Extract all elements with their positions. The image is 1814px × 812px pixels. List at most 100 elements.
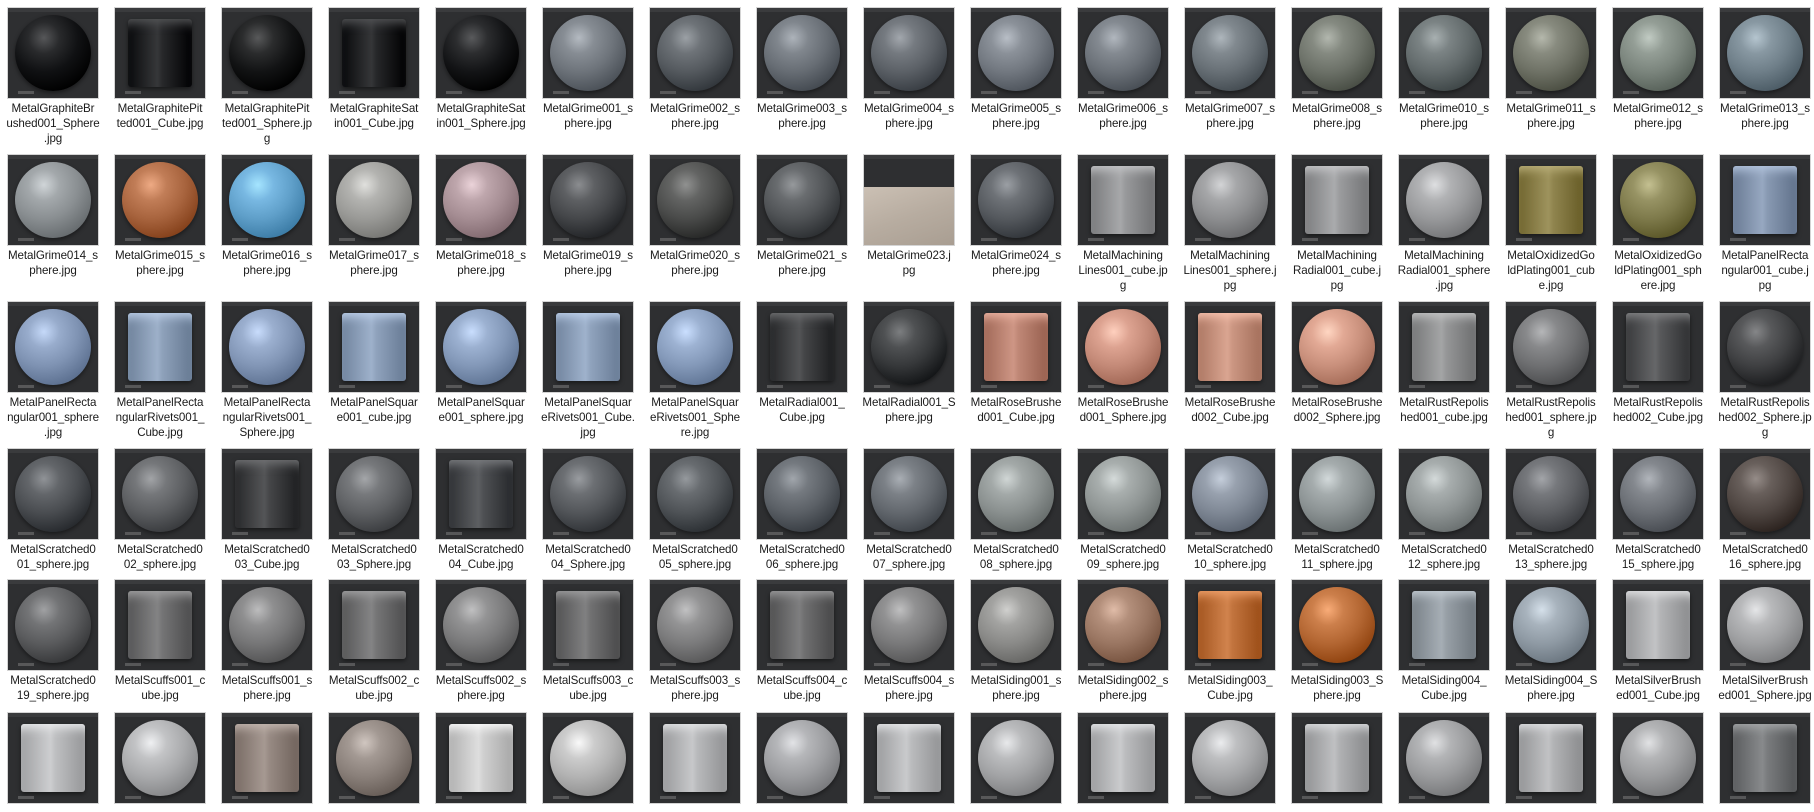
file-thumbnail[interactable] <box>115 8 205 98</box>
file-thumbnail[interactable] <box>329 155 419 245</box>
file-thumbnail[interactable] <box>1185 8 1275 98</box>
file-thumbnail[interactable] <box>436 449 526 539</box>
file-thumbnail[interactable] <box>1185 580 1275 670</box>
file-thumbnail[interactable] <box>222 155 312 245</box>
file-thumbnail[interactable] <box>543 580 633 670</box>
file-thumbnail[interactable] <box>1292 302 1382 392</box>
file-thumbnail[interactable] <box>436 155 526 245</box>
file-thumbnail[interactable] <box>115 580 205 670</box>
file-thumbnail[interactable] <box>222 302 312 392</box>
file-thumbnail[interactable] <box>757 302 847 392</box>
file-thumbnail[interactable] <box>1399 8 1489 98</box>
file-thumbnail[interactable] <box>864 302 954 392</box>
file-thumbnail[interactable] <box>650 155 740 245</box>
file-thumbnail[interactable] <box>757 713 847 803</box>
file-thumbnail[interactable] <box>329 713 419 803</box>
file-thumbnail[interactable] <box>1292 155 1382 245</box>
file-thumbnail[interactable] <box>1292 713 1382 803</box>
file-thumbnail[interactable] <box>543 302 633 392</box>
file-thumbnail[interactable] <box>971 449 1061 539</box>
file-thumbnail[interactable] <box>115 155 205 245</box>
file-thumbnail[interactable] <box>1720 155 1810 245</box>
file-thumbnail[interactable] <box>1078 302 1168 392</box>
file-thumbnail[interactable] <box>115 449 205 539</box>
file-thumbnail[interactable] <box>971 8 1061 98</box>
file-thumbnail[interactable] <box>650 8 740 98</box>
file-thumbnail[interactable] <box>1506 8 1596 98</box>
file-thumbnail[interactable] <box>1292 580 1382 670</box>
file-thumbnail[interactable] <box>650 302 740 392</box>
file-thumbnail[interactable] <box>1720 8 1810 98</box>
file-thumbnail[interactable] <box>971 302 1061 392</box>
file-thumbnail[interactable] <box>650 449 740 539</box>
file-thumbnail[interactable] <box>757 8 847 98</box>
file-thumbnail[interactable] <box>1399 580 1489 670</box>
file-thumbnail[interactable] <box>864 155 954 245</box>
file-thumbnail[interactable] <box>1720 580 1810 670</box>
file-thumbnail[interactable] <box>8 449 98 539</box>
file-thumbnail[interactable] <box>757 580 847 670</box>
file-thumbnail[interactable] <box>8 580 98 670</box>
file-thumbnail[interactable] <box>1506 713 1596 803</box>
file-thumbnail[interactable] <box>1720 302 1810 392</box>
file-thumbnail[interactable] <box>543 449 633 539</box>
file-thumbnail[interactable] <box>1613 302 1703 392</box>
file-thumbnail[interactable] <box>864 449 954 539</box>
file-thumbnail[interactable] <box>1506 302 1596 392</box>
file-thumbnail[interactable] <box>8 302 98 392</box>
file-thumbnail[interactable] <box>543 8 633 98</box>
file-thumbnail[interactable] <box>1506 580 1596 670</box>
file-thumbnail[interactable] <box>8 155 98 245</box>
file-thumbnail[interactable] <box>115 302 205 392</box>
file-thumbnail[interactable] <box>543 713 633 803</box>
file-thumbnail[interactable] <box>757 449 847 539</box>
file-thumbnail[interactable] <box>222 449 312 539</box>
file-thumbnail[interactable] <box>1185 302 1275 392</box>
file-thumbnail[interactable] <box>1292 449 1382 539</box>
file-thumbnail[interactable] <box>1078 580 1168 670</box>
file-thumbnail[interactable] <box>222 713 312 803</box>
file-thumbnail[interactable] <box>650 580 740 670</box>
file-thumbnail[interactable] <box>222 580 312 670</box>
file-thumbnail[interactable] <box>1399 302 1489 392</box>
file-thumbnail[interactable] <box>329 449 419 539</box>
file-thumbnail[interactable] <box>329 580 419 670</box>
file-thumbnail[interactable] <box>8 8 98 98</box>
file-thumbnail[interactable] <box>1613 580 1703 670</box>
file-thumbnail[interactable] <box>971 713 1061 803</box>
file-thumbnail[interactable] <box>1399 449 1489 539</box>
file-thumbnail[interactable] <box>864 713 954 803</box>
file-thumbnail[interactable] <box>1720 449 1810 539</box>
file-thumbnail[interactable] <box>1399 155 1489 245</box>
file-thumbnail[interactable] <box>1399 713 1489 803</box>
file-thumbnail[interactable] <box>1613 155 1703 245</box>
file-thumbnail[interactable] <box>8 713 98 803</box>
file-thumbnail[interactable] <box>222 8 312 98</box>
file-thumbnail[interactable] <box>1078 8 1168 98</box>
file-thumbnail[interactable] <box>1078 155 1168 245</box>
file-thumbnail[interactable] <box>1506 155 1596 245</box>
file-thumbnail[interactable] <box>864 8 954 98</box>
file-thumbnail[interactable] <box>1185 713 1275 803</box>
file-thumbnail[interactable] <box>436 8 526 98</box>
file-thumbnail[interactable] <box>329 8 419 98</box>
file-thumbnail[interactable] <box>329 302 419 392</box>
file-thumbnail[interactable] <box>436 713 526 803</box>
file-thumbnail[interactable] <box>1720 713 1810 803</box>
file-thumbnail[interactable] <box>1185 155 1275 245</box>
file-thumbnail[interactable] <box>650 713 740 803</box>
file-thumbnail[interactable] <box>1078 449 1168 539</box>
file-thumbnail[interactable] <box>1506 449 1596 539</box>
file-thumbnail[interactable] <box>436 302 526 392</box>
file-thumbnail[interactable] <box>1292 8 1382 98</box>
file-thumbnail[interactable] <box>757 155 847 245</box>
file-thumbnail[interactable] <box>543 155 633 245</box>
file-thumbnail[interactable] <box>1078 713 1168 803</box>
file-thumbnail[interactable] <box>971 580 1061 670</box>
file-thumbnail[interactable] <box>1613 713 1703 803</box>
file-thumbnail[interactable] <box>1613 449 1703 539</box>
file-thumbnail[interactable] <box>1613 8 1703 98</box>
file-thumbnail[interactable] <box>864 580 954 670</box>
file-thumbnail[interactable] <box>971 155 1061 245</box>
file-thumbnail[interactable] <box>1185 449 1275 539</box>
